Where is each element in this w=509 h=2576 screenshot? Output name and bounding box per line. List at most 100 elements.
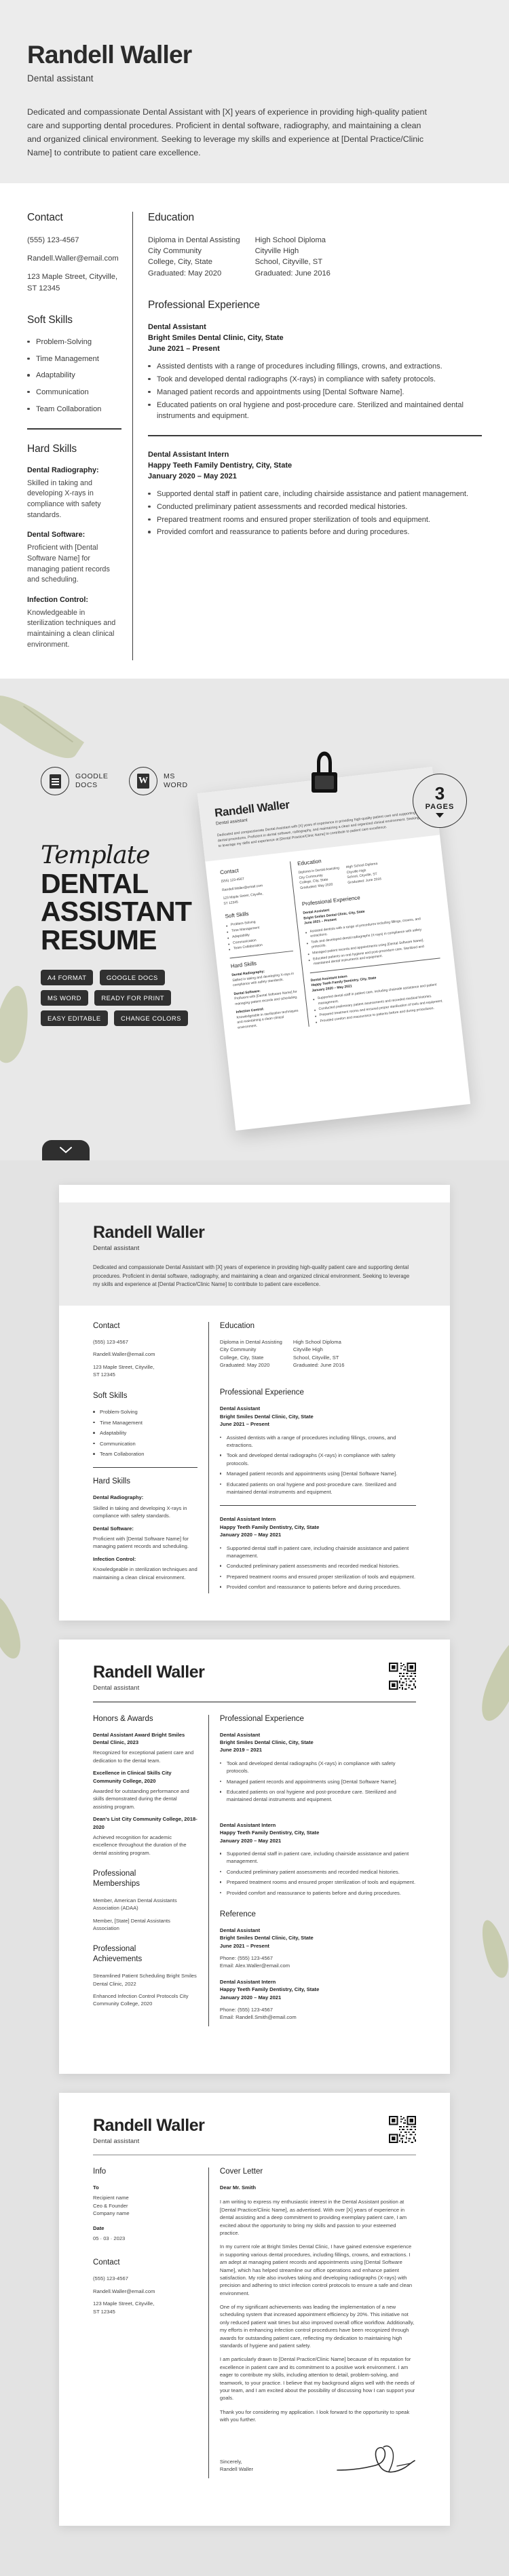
leaf-decoration-icon — [476, 1917, 509, 1981]
job-company: Bright Smiles Dental Clinic, City, State — [148, 333, 284, 342]
pages-count-label: PAGES — [425, 802, 455, 811]
info-to-value: Recipient name Ceo & Founder Company nam… — [93, 2195, 130, 2217]
promo-title-line3: RESUME — [41, 924, 157, 955]
page2-job-header: Dental Assistant Bright Smiles Dental Cl… — [219, 1731, 314, 1754]
pages-count-badge: 3 PAGES — [413, 774, 467, 828]
page2-role: Dental assistant — [93, 1684, 140, 1692]
cover-letter-page-3: Randell Waller Dental assistant Info To … — [59, 2092, 450, 2526]
list-item: Team Collaboration — [27, 404, 121, 415]
list-item: Managed patient records and appointments… — [219, 1778, 416, 1785]
promo-script-word: Template — [41, 841, 150, 869]
contact-address-line2: ST 12345 — [27, 284, 60, 292]
job-bullets: Assisted dentists with a range of proced… — [148, 362, 482, 422]
info-to-label: To — [93, 2184, 99, 2191]
honor-title: Dental Assistant Award Bright Smiles Den… — [93, 1731, 185, 1746]
education-school-line1: Cityville High — [254, 247, 299, 256]
job-bullets: Supported dental staff in patient care, … — [148, 489, 482, 539]
list-item: Time Management — [27, 354, 121, 365]
page1-experience-heading: Professional Experience — [219, 1388, 304, 1397]
list-item: Communication — [27, 387, 121, 398]
scroll-down-button[interactable] — [42, 1140, 90, 1160]
hard-skill-desc: Skilled in taking and developing X-rays … — [27, 478, 101, 519]
page1-contact-address: 123 Maple Street, Cityville, ST 12345 — [93, 1363, 155, 1378]
page1-job-bullets: Assisted dentists with a range of proced… — [219, 1434, 416, 1496]
promo-headline: Template DENTAL ASSISTANT RESUME A4 FORM… — [41, 841, 200, 1031]
contact-email: Randell.Waller@email.com — [27, 254, 119, 263]
experience-heading: Professional Experience — [148, 299, 260, 311]
job-header: Dental Assistant Bright Smiles Dental Cl… — [148, 322, 482, 355]
experience-item: Dental Assistant Intern Happy Teeth Fami… — [148, 450, 482, 539]
hard-skills-heading: Hard Skills — [27, 442, 77, 455]
list-item: Educated patients on oral hygiene and po… — [148, 400, 482, 422]
list-item: Managed patient records and appointments… — [148, 387, 482, 398]
education-school-line2: College, City, State — [148, 258, 212, 267]
hard-skill-title: Dental Radiography: — [27, 466, 99, 474]
info-date-value: 05 · 03 · 2023 — [93, 2235, 126, 2241]
job-title: Dental Assistant Intern — [148, 450, 229, 459]
page1-hard-skill-title: Dental Radiography: — [93, 1494, 144, 1501]
divider — [219, 1505, 416, 1507]
cover-letter-paragraph: Thank you for considering my application… — [219, 2408, 410, 2423]
page1-hard-skills-heading: Hard Skills — [93, 1477, 130, 1486]
feature-pill: EASY EDITABLE — [41, 1010, 108, 1027]
page1-hard-skill-desc: Knowledgeable in sterilization technique… — [93, 1566, 197, 1580]
education-heading: Education — [148, 212, 195, 223]
honor-desc: Awarded for outstanding performance and … — [93, 1788, 189, 1810]
hard-skill-title: Dental Software: — [27, 531, 86, 539]
list-item: Took and developed dental radiographs (X… — [219, 1452, 416, 1467]
list-item: Took and developed dental radiographs (X… — [219, 1760, 416, 1775]
leaf-decoration-icon — [0, 1593, 26, 1662]
list-item: Provided comfort and reassurance to pati… — [148, 527, 482, 538]
honor-desc: Achieved recognition for academic excell… — [93, 1834, 187, 1856]
reference-heading: Reference — [219, 1910, 256, 1918]
honors-heading: Honors & Awards — [93, 1714, 153, 1723]
list-item: Educated patients on oral hygiene and po… — [219, 1788, 416, 1804]
achievement-item: Enhanced Infection Control Protocols Cit… — [93, 1992, 189, 2007]
page-title: Randell Waller — [27, 41, 192, 69]
pages-gallery: Randell Waller Dental assistant Dedicate… — [0, 1160, 509, 2576]
reference-item: Dental Assistant Intern Happy Teeth Fami… — [219, 1978, 320, 2001]
education-list: Diploma in Dental Assisting City Communi… — [148, 235, 482, 279]
promo-banner: GOODLE DOCS W MS WORD Template DENTAL ASSI… — [0, 679, 509, 1160]
list-item: Team Collaboration — [93, 1450, 197, 1458]
page1-role: Dental assistant — [93, 1245, 140, 1252]
list-item: Adaptability — [93, 1429, 197, 1437]
page2-header: Randell Waller Dental assistant — [59, 1640, 450, 1692]
mockup-education-item: High School Diploma Cityville High Schoo… — [345, 862, 382, 885]
education-item: Diploma in Dental Assisting City Communi… — [219, 1338, 282, 1369]
job-dates: January 2020 – May 2021 — [148, 472, 237, 480]
list-item: Provided comfort and reassurance to pati… — [219, 1889, 416, 1897]
ms-word-icon: W — [128, 767, 157, 795]
divider — [27, 428, 121, 430]
page2-job-header: Dental Assistant Intern Happy Teeth Fami… — [219, 1821, 320, 1844]
page1-job-bullets: Supported dental staff in patient care, … — [219, 1545, 416, 1591]
hard-skill-desc: Knowledgeable in sterilization technique… — [27, 608, 116, 649]
format-badge-ms-word: W MS WORD — [128, 767, 188, 795]
honor-title: Excellence in Clinical Skills City Commu… — [93, 1770, 172, 1784]
mockup-soft-skills-list: Problem-Solving Time Management Adaptabi… — [226, 917, 293, 953]
page2-job-bullets: Supported dental staff in patient care, … — [219, 1850, 416, 1897]
promo-title-line2: ASSISTANT — [41, 896, 192, 928]
page1-hard-skill-desc: Proficient with [Dental Software Name] f… — [93, 1535, 189, 1550]
list-item: Managed patient records and appointments… — [219, 1470, 416, 1477]
page1-hard-skill-desc: Skilled in taking and developing X-rays … — [93, 1504, 187, 1519]
list-item: Conducted preliminary patient assessment… — [148, 502, 482, 513]
list-item: Problem-Solving — [27, 337, 121, 348]
soft-skills-list: Problem-Solving Time Management Adaptabi… — [27, 337, 121, 415]
list-item: Time Management — [93, 1419, 197, 1426]
page1-education-list: Diploma in Dental Assisting City Communi… — [220, 1338, 416, 1374]
format-badges: GOODLE DOCS W MS WORD — [41, 767, 206, 795]
reference-contact: Phone: (555) 123-4567 Email: Alex.Waller… — [219, 1955, 290, 1969]
education-school-line2: School, Cityville, ST — [254, 258, 323, 267]
list-item: Took and developed dental radiographs (X… — [148, 375, 482, 385]
cover-letter-paragraph: I am particularly drawn to [Dental Pract… — [219, 2356, 415, 2402]
page3-contact-phone: (555) 123-4567 — [93, 2275, 128, 2282]
page1-education-heading: Education — [219, 1321, 255, 1330]
signature-image — [337, 2445, 415, 2473]
list-item: Prepared treatment rooms and ensured pro… — [148, 515, 482, 526]
memberships-heading: Professional Memberships — [93, 1870, 140, 1888]
list-item: Communication — [93, 1440, 197, 1447]
page1-hard-skill-title: Dental Software: — [93, 1525, 134, 1532]
experience-item: Dental Assistant Bright Smiles Dental Cl… — [148, 322, 482, 422]
reference-item: Dental Assistant Bright Smiles Dental Cl… — [219, 1927, 314, 1949]
